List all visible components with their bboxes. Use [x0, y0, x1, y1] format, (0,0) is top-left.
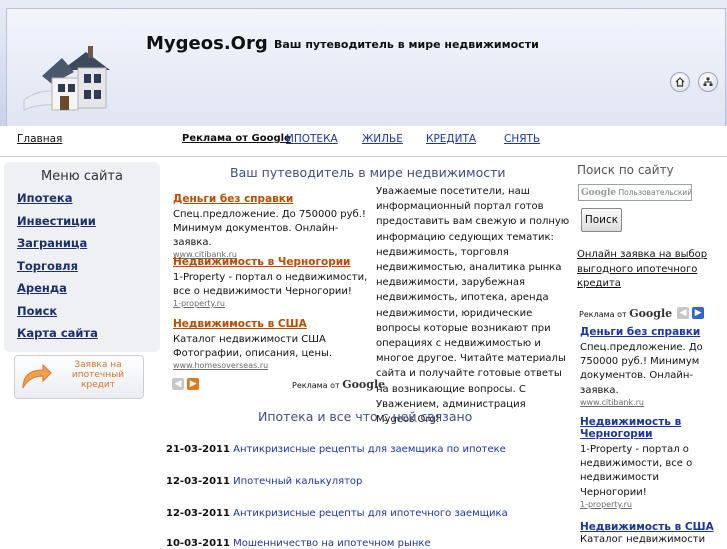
- ad-block: Недвижимость в Черногории 1-Property - п…: [580, 416, 725, 509]
- news-date: 12-03-2011: [166, 476, 230, 487]
- news-link[interactable]: Мошенничество на ипотечном рынке: [233, 538, 430, 549]
- ad-text: Каталог недвижимости США Фотографии, опи…: [173, 334, 333, 359]
- ad-block: Недвижимость в США Каталог недвижимости: [580, 521, 725, 547]
- mortgage-application-banner[interactable]: Заявка на ипотечный кредит: [14, 355, 144, 399]
- home-icon: [675, 77, 685, 87]
- menu-item-search[interactable]: Поиск: [17, 304, 57, 318]
- ad-block: Недвижимость в США Каталог недвижимости …: [173, 318, 368, 370]
- home-button[interactable]: [670, 72, 690, 92]
- ads-by-google[interactable]: Реклама от Google: [292, 378, 385, 391]
- house-logo-icon: [23, 46, 110, 111]
- google-logo: Google: [629, 307, 673, 320]
- news-item: 12-03-2011 Ипотечный калькулятор: [166, 476, 362, 487]
- ad-url[interactable]: 1-property.ru: [173, 299, 368, 308]
- search-input[interactable]: Google Пользовательский поиск: [578, 184, 692, 201]
- ad-text: Спец.предложение. До 750000 руб.! Миниму…: [580, 342, 703, 396]
- menu-item-mortgage[interactable]: Ипотека: [17, 191, 73, 205]
- ad-title[interactable]: Деньги без справки: [580, 326, 725, 338]
- header: Mygeos.Org Ваш путеводитель в мире недви…: [0, 0, 727, 127]
- arrow-right-icon[interactable]: ▶: [187, 378, 200, 390]
- arrow-left-icon[interactable]: ◀: [172, 378, 184, 390]
- curved-arrow-icon: [22, 363, 52, 389]
- site-tagline: Ваш путеводитель в мире недвижимости: [274, 38, 539, 51]
- ad-title[interactable]: Недвижимость в США: [173, 318, 368, 330]
- menu-item-trade[interactable]: Торговля: [17, 259, 78, 273]
- menu-item-investments[interactable]: Инвестиции: [17, 214, 96, 228]
- banner-text: Заявка на ипотечный кредит: [71, 360, 125, 390]
- ad-url[interactable]: www.homesoverseas.ru: [173, 361, 368, 370]
- arrow-right-icon[interactable]: ▶: [692, 307, 705, 319]
- ad-block: Недвижимость в Черногории 1-Property - п…: [173, 256, 368, 308]
- ad-text: 1-Property - портал о недвижимости, все …: [173, 272, 368, 297]
- ad-text: Спец.предложение. До 750000 руб.! Миниму…: [173, 209, 366, 248]
- news-date: 12-03-2011: [166, 508, 230, 519]
- ad-text: Каталог недвижимости: [580, 534, 706, 545]
- news-item: 10-03-2011 Мошенничество на ипотечном ры…: [166, 538, 431, 549]
- news-link[interactable]: Антикризисные рецепты для ипотечного зае…: [233, 508, 508, 519]
- ads-by-label: Реклама от: [292, 381, 340, 390]
- sitemap-icon: [703, 77, 713, 86]
- ad-title[interactable]: Недвижимость в Черногории: [580, 416, 725, 440]
- site-title[interactable]: Mygeos.Org: [146, 33, 268, 54]
- news-date: 10-03-2011: [166, 538, 230, 549]
- search-button[interactable]: Поиск: [581, 208, 622, 232]
- ad-title[interactable]: Деньги без справки: [173, 193, 368, 205]
- search-placeholder: Пользовательский поиск: [618, 188, 692, 197]
- nav-link-mortgage[interactable]: ИПОТЕКА: [286, 133, 338, 145]
- news-link[interactable]: Ипотечный калькулятор: [233, 476, 362, 487]
- news-item: 21-03-2011 Антикризисные рецепты для зае…: [166, 444, 506, 455]
- sitemap-button[interactable]: [698, 72, 718, 92]
- ad-title[interactable]: Недвижимость в США: [580, 521, 725, 533]
- site-menu: Меню сайта Ипотека Инвестиции Заграница …: [4, 162, 160, 352]
- online-application-link[interactable]: Онлайн заявка на выбор выгодного ипотечн…: [577, 248, 727, 292]
- search-google-logo: Google: [581, 188, 617, 198]
- nav-link-credit[interactable]: КРЕДИТА: [426, 133, 476, 145]
- ad-pager: ◀ ▶: [172, 378, 200, 390]
- nav-link-housing[interactable]: ЖИЛЬЕ: [362, 133, 403, 145]
- ad-url[interactable]: www.citibank.ru: [580, 398, 725, 407]
- nav-ads-label[interactable]: Реклама от Google: [182, 133, 291, 144]
- news-date: 21-03-2011: [166, 444, 230, 455]
- section-title: Ипотека и все что с ней связано: [258, 409, 473, 424]
- header-frame: [6, 8, 726, 127]
- menu-title: Меню сайта: [41, 169, 123, 184]
- ad-url[interactable]: 1-property.ru: [580, 500, 725, 509]
- menu-item-abroad[interactable]: Заграница: [17, 236, 87, 250]
- nav-home-link[interactable]: Главная: [17, 133, 62, 145]
- ads-by-label: Реклама от: [579, 310, 627, 319]
- top-nav: Главная Реклама от Google ИПОТЕКА ЖИЛЬЕ …: [0, 126, 727, 157]
- menu-item-sitemap[interactable]: Карта сайта: [17, 326, 98, 340]
- ads-by-google[interactable]: Реклама от Google: [579, 307, 672, 320]
- news-item: 12-03-2011 Антикризисные рецепты для ипо…: [166, 508, 508, 519]
- center-title: Ваш путеводитель в мире недвижимости: [230, 165, 506, 180]
- ad-pager: ◀ ▶: [677, 307, 705, 319]
- ad-text: 1-Property - портал о недвижимости, все …: [580, 444, 693, 498]
- arrow-left-icon[interactable]: ◀: [677, 307, 689, 319]
- ad-title[interactable]: Недвижимость в Черногории: [173, 256, 368, 268]
- ad-block: Деньги без справки Спец.предложение. До …: [173, 193, 368, 259]
- ad-block: Деньги без справки Спец.предложение. До …: [580, 326, 725, 407]
- nav-link-rent[interactable]: СНЯТЬ: [504, 133, 540, 145]
- news-link[interactable]: Антикризисные рецепты для заемщика по ип…: [233, 444, 506, 455]
- intro-text: Уважаемые посетители, наш информационный…: [376, 186, 570, 426]
- search-title: Поиск по сайту: [577, 163, 674, 177]
- menu-item-rent[interactable]: Аренда: [17, 281, 67, 295]
